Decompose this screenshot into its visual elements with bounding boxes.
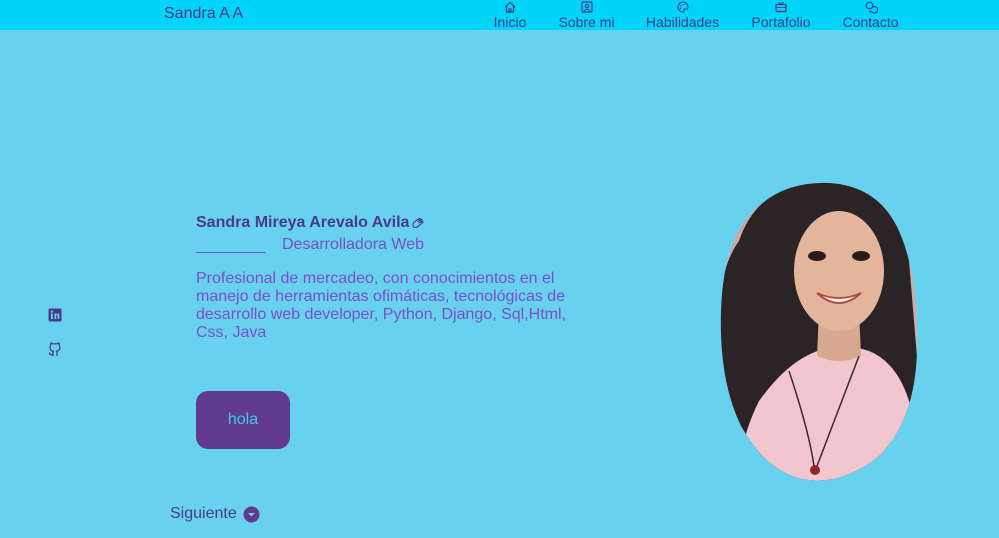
- nav-item-portafolio[interactable]: Portafolio: [751, 0, 811, 30]
- profile-photo: [720, 182, 918, 481]
- chat-icon: [865, 1, 878, 14]
- hero-name: Sandra Mireya Arevalo Avila: [196, 214, 426, 232]
- role-divider: [196, 252, 266, 253]
- nav-label: Contacto: [842, 14, 899, 30]
- nav-label: Inicio: [493, 14, 527, 30]
- hero-name-text: Sandra Mireya Arevalo Avila: [196, 214, 410, 231]
- nav-label: Portafolio: [751, 14, 811, 30]
- nav-label: Sobre mi: [558, 14, 615, 30]
- home-icon: [504, 1, 516, 13]
- brand-logo[interactable]: Sandra A A: [164, 5, 243, 23]
- user-card-icon: [580, 1, 593, 13]
- hola-button[interactable]: hola: [196, 391, 290, 449]
- nav-item-sobre-mi[interactable]: Sobre mi: [558, 0, 615, 30]
- nav-item-contacto[interactable]: Contacto: [842, 0, 899, 30]
- hero-role: Desarrolladora Web: [282, 236, 424, 253]
- hero-description: Profesional de mercadeo, con conocimient…: [196, 270, 566, 341]
- github-icon[interactable]: [47, 341, 63, 357]
- page: Sandra A A Inicio Sobre mi Habilidades P…: [0, 0, 999, 538]
- nav-item-inicio[interactable]: Inicio: [494, 0, 526, 30]
- header: Sandra A A Inicio Sobre mi Habilidades P…: [0, 0, 999, 30]
- linkedin-icon[interactable]: [47, 307, 63, 323]
- siguiente-label: Siguiente: [170, 505, 237, 522]
- palette-icon: [677, 1, 689, 13]
- waving-hand-icon: [412, 217, 424, 229]
- briefcase-icon: [775, 2, 787, 13]
- chevron-down-circle-icon: [243, 506, 260, 522]
- nav-item-habilidades[interactable]: Habilidades: [646, 0, 719, 30]
- nav-label: Habilidades: [645, 14, 720, 30]
- siguiente-link[interactable]: Siguiente: [170, 505, 260, 523]
